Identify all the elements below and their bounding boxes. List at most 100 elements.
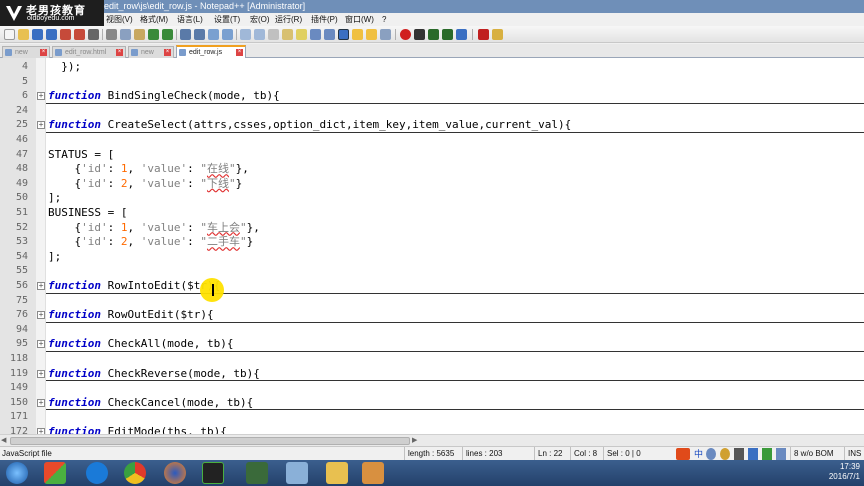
plugin-icon[interactable] xyxy=(492,29,503,40)
ime-emoji-icon[interactable] xyxy=(720,448,730,460)
menu-macro[interactable]: 宏(O) xyxy=(250,14,270,25)
menu-view[interactable]: 视图(V) xyxy=(106,14,133,25)
indent-guide-icon[interactable] xyxy=(296,29,307,40)
copy-icon[interactable] xyxy=(120,29,131,40)
code-text: {'id': 1, 'value': "车上会"}, xyxy=(48,220,260,234)
fold-expand-icon[interactable]: + xyxy=(37,282,45,290)
undo-icon[interactable] xyxy=(148,29,159,40)
close-icon[interactable]: × xyxy=(40,49,47,56)
cursor-line: Ln : 22 xyxy=(534,447,562,461)
doc-map-icon[interactable] xyxy=(324,29,335,40)
panel-icon[interactable] xyxy=(380,29,391,40)
close-all-icon[interactable] xyxy=(74,29,85,40)
qq-group-icon[interactable] xyxy=(362,462,384,484)
file-icon xyxy=(55,49,62,56)
folder-workspace-icon[interactable] xyxy=(352,29,363,40)
save-icon[interactable] xyxy=(32,29,43,40)
horizontal-scrollbar[interactable]: ◀ ▶ xyxy=(0,434,864,446)
redo-icon[interactable] xyxy=(162,29,173,40)
scroll-right-icon[interactable]: ▶ xyxy=(412,436,420,445)
paste-icon[interactable] xyxy=(134,29,145,40)
print-icon[interactable] xyxy=(88,29,99,40)
spell-check-icon[interactable] xyxy=(478,29,489,40)
chrome-icon[interactable] xyxy=(124,462,146,484)
fold-expand-icon[interactable]: + xyxy=(37,121,45,130)
play-macro-icon[interactable] xyxy=(428,29,439,40)
close-icon[interactable]: × xyxy=(236,49,243,56)
sogou-ime-icon[interactable] xyxy=(676,448,690,460)
tab-edit-row-js[interactable]: edit_row.js × xyxy=(176,45,246,59)
windows-media-icon[interactable] xyxy=(44,462,66,484)
fold-expand-icon[interactable]: + xyxy=(37,92,45,101)
menu-settings[interactable]: 设置(T) xyxy=(214,14,240,25)
ime-skin-icon[interactable] xyxy=(762,448,772,460)
explorer-icon[interactable] xyxy=(326,462,348,484)
replace-icon[interactable] xyxy=(194,29,205,40)
menu-plugins[interactable]: 插件(P) xyxy=(311,14,338,25)
sync-h-icon[interactable] xyxy=(254,29,265,40)
doc-lines: lines : 203 xyxy=(462,447,502,461)
close-icon[interactable]: × xyxy=(116,49,123,56)
code-text: ]; xyxy=(48,191,62,205)
open-file-icon[interactable] xyxy=(18,29,29,40)
fold-expand-icon[interactable]: + xyxy=(37,311,45,320)
close-icon[interactable]: × xyxy=(164,49,171,56)
file-icon xyxy=(131,49,138,56)
code-line: 24 xyxy=(0,104,864,119)
line-number: 55 xyxy=(15,265,28,277)
menu-format[interactable]: 格式(M) xyxy=(140,14,168,25)
firefox-icon[interactable] xyxy=(164,462,186,484)
clock-date: 2016/7/1 xyxy=(828,472,860,481)
show-all-chars-icon[interactable] xyxy=(282,29,293,40)
function-list-icon[interactable] xyxy=(338,29,349,40)
ime-tools-icon[interactable] xyxy=(776,448,786,460)
code-text: function CheckAll(mode, tb){ xyxy=(48,337,234,351)
menu-language[interactable]: 语言(L) xyxy=(177,14,203,25)
line-number: 6 xyxy=(21,90,28,102)
lang-icon[interactable] xyxy=(310,29,321,40)
menu-window[interactable]: 窗口(W) xyxy=(345,14,374,25)
code-line: 53 {'id': 2, 'value': "二手车"} xyxy=(0,235,864,250)
save-macro-icon[interactable] xyxy=(456,29,467,40)
cut-icon[interactable] xyxy=(106,29,117,40)
scrollbar-thumb[interactable] xyxy=(10,437,410,445)
menu-bar: 视图(V) 格式(M) 语言(L) 设置(T) 宏(O) 运行(R) 插件(P)… xyxy=(0,13,864,26)
stop-macro-icon[interactable] xyxy=(414,29,425,40)
word-wrap-icon[interactable] xyxy=(268,29,279,40)
line-number: 5 xyxy=(21,75,28,87)
tab-edit-row-html[interactable]: edit_row.html × xyxy=(52,46,126,58)
find-icon[interactable] xyxy=(180,29,191,40)
zoom-out-icon[interactable] xyxy=(222,29,233,40)
ime-punct-icon[interactable] xyxy=(706,448,716,460)
code-line: 49 {'id': 2, 'value': "下线"} xyxy=(0,177,864,192)
toolbar xyxy=(0,26,864,43)
tab-new-2[interactable]: new × xyxy=(128,46,174,58)
start-button-icon[interactable] xyxy=(6,462,28,484)
pycharm-icon[interactable] xyxy=(202,462,224,484)
new-file-icon[interactable] xyxy=(4,29,15,40)
ime-lang-icon[interactable]: 中 xyxy=(694,448,704,460)
tool-icon[interactable] xyxy=(286,462,308,484)
notepadpp-icon[interactable] xyxy=(246,462,268,484)
monitor-icon[interactable] xyxy=(366,29,377,40)
close-file-icon[interactable] xyxy=(60,29,71,40)
fold-expand-icon[interactable]: + xyxy=(37,398,45,407)
run-macro-multiple-icon[interactable] xyxy=(442,29,453,40)
menu-run[interactable]: 运行(R) xyxy=(275,14,302,25)
window-controls[interactable] xyxy=(804,0,864,13)
save-all-icon[interactable] xyxy=(46,29,57,40)
code-text: ]; xyxy=(48,249,62,263)
scroll-left-icon[interactable]: ◀ xyxy=(1,436,9,445)
fold-expand-icon[interactable]: + xyxy=(37,340,45,349)
ime-mic-icon[interactable] xyxy=(734,448,744,460)
code-editor[interactable]: 4 }); 5 6 + function BindSingleCheck(mode, t… xyxy=(0,58,864,434)
fold-expand-icon[interactable]: + xyxy=(37,369,45,378)
record-macro-icon[interactable] xyxy=(400,29,411,40)
ime-keyboard-icon[interactable] xyxy=(748,448,758,460)
menu-help[interactable]: ? xyxy=(382,14,386,25)
system-tray[interactable]: 17:39 2016/7/1 xyxy=(674,460,864,486)
tab-new-1[interactable]: new × xyxy=(2,46,50,58)
sync-v-icon[interactable] xyxy=(240,29,251,40)
zoom-in-icon[interactable] xyxy=(208,29,219,40)
internet-explorer-icon[interactable] xyxy=(86,462,108,484)
